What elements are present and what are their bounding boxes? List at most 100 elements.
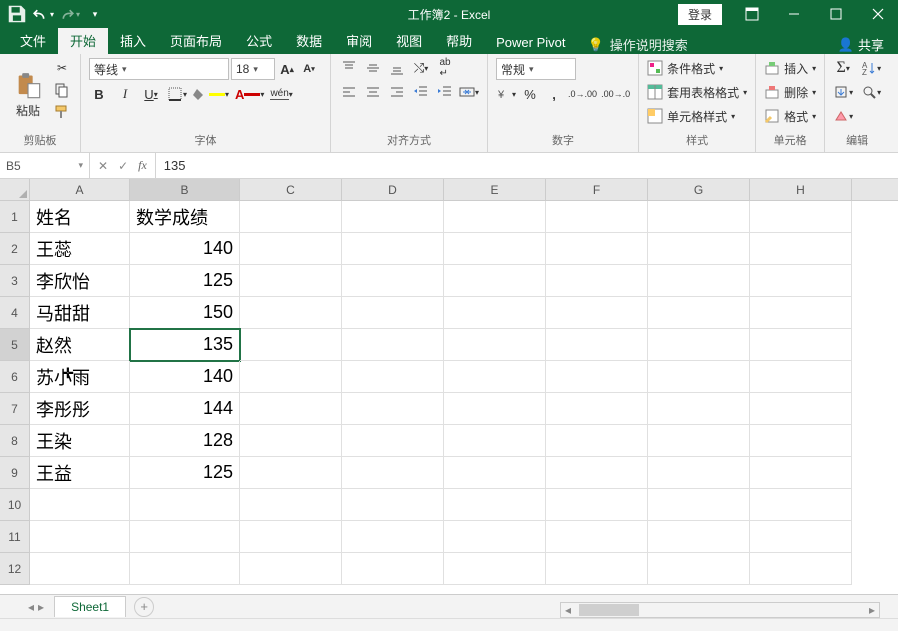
- cell[interactable]: [444, 489, 546, 521]
- tab-file[interactable]: 文件: [8, 27, 58, 54]
- decrease-decimal-icon[interactable]: .00→.0: [601, 84, 630, 104]
- cell[interactable]: [750, 553, 852, 585]
- cell[interactable]: [130, 553, 240, 585]
- tab-review[interactable]: 审阅: [334, 27, 384, 54]
- cell[interactable]: 王蕊: [30, 233, 130, 265]
- cell[interactable]: 数学成绩: [130, 201, 240, 233]
- cell[interactable]: 马甜甜: [30, 297, 130, 329]
- increase-indent-icon[interactable]: [435, 82, 455, 102]
- cell[interactable]: 144: [130, 393, 240, 425]
- fill-color-icon[interactable]: ▾: [193, 84, 229, 104]
- cell[interactable]: [342, 361, 444, 393]
- cell[interactable]: [648, 489, 750, 521]
- cell[interactable]: 王益: [30, 457, 130, 489]
- cell[interactable]: [750, 393, 852, 425]
- cell[interactable]: [546, 457, 648, 489]
- cancel-formula-icon[interactable]: ✕: [98, 159, 108, 173]
- row-header[interactable]: 8: [0, 425, 30, 457]
- tab-data[interactable]: 数据: [284, 27, 334, 54]
- sheet-nav[interactable]: ◂▸: [20, 600, 52, 614]
- redo-icon[interactable]: ▾: [58, 3, 80, 25]
- phonetic-icon[interactable]: wén▾: [270, 84, 292, 104]
- cell[interactable]: [240, 425, 342, 457]
- cell[interactable]: [240, 233, 342, 265]
- cell[interactable]: 135: [130, 329, 240, 361]
- number-format-combo[interactable]: 常规▾: [496, 58, 576, 80]
- copy-icon[interactable]: [52, 80, 72, 100]
- tab-home[interactable]: 开始: [58, 27, 108, 54]
- cell[interactable]: [240, 393, 342, 425]
- cell[interactable]: 150: [130, 297, 240, 329]
- login-button[interactable]: 登录: [678, 4, 722, 25]
- cell[interactable]: [648, 265, 750, 297]
- format-painter-icon[interactable]: [52, 102, 72, 122]
- cell[interactable]: [750, 361, 852, 393]
- cell[interactable]: [648, 361, 750, 393]
- italic-icon[interactable]: I: [115, 84, 135, 104]
- cell[interactable]: [444, 265, 546, 297]
- qat-customize-icon[interactable]: ▾: [84, 3, 106, 25]
- font-color-icon[interactable]: A▾: [235, 84, 264, 104]
- fx-icon[interactable]: fx: [138, 158, 147, 173]
- tab-help[interactable]: 帮助: [434, 27, 484, 54]
- cell[interactable]: [750, 265, 852, 297]
- cell[interactable]: [444, 521, 546, 553]
- cell[interactable]: [648, 521, 750, 553]
- align-right-icon[interactable]: [387, 82, 407, 102]
- sheet-tab[interactable]: Sheet1: [54, 596, 126, 617]
- cell[interactable]: 姓名: [30, 201, 130, 233]
- cell[interactable]: [648, 553, 750, 585]
- cell[interactable]: [240, 489, 342, 521]
- accounting-icon[interactable]: ¥▾: [496, 84, 516, 104]
- cell-styles-button[interactable]: 单元格样式▾: [647, 106, 747, 126]
- align-left-icon[interactable]: [339, 82, 359, 102]
- cell[interactable]: [444, 425, 546, 457]
- close-icon[interactable]: [858, 0, 898, 28]
- format-as-table-button[interactable]: 套用表格格式▾: [647, 82, 747, 102]
- cell[interactable]: [444, 233, 546, 265]
- cell[interactable]: [342, 297, 444, 329]
- cell[interactable]: [30, 553, 130, 585]
- cell[interactable]: [240, 457, 342, 489]
- horizontal-scrollbar[interactable]: ◂▸: [560, 602, 880, 618]
- row-header[interactable]: 7: [0, 393, 30, 425]
- align-middle-icon[interactable]: [363, 58, 383, 78]
- decrease-indent-icon[interactable]: [411, 82, 431, 102]
- underline-icon[interactable]: U▾: [141, 84, 161, 104]
- share-button[interactable]: 👤共享: [824, 35, 898, 54]
- cell[interactable]: 125: [130, 457, 240, 489]
- percent-icon[interactable]: %: [520, 84, 540, 104]
- cell[interactable]: [648, 233, 750, 265]
- tell-me-search[interactable]: 💡操作说明搜索: [578, 35, 698, 54]
- cell[interactable]: [240, 521, 342, 553]
- cell[interactable]: [750, 425, 852, 457]
- cell[interactable]: [750, 457, 852, 489]
- cell[interactable]: [750, 521, 852, 553]
- cell[interactable]: [444, 457, 546, 489]
- cell[interactable]: [648, 457, 750, 489]
- cell[interactable]: [546, 297, 648, 329]
- row-header[interactable]: 11: [0, 521, 30, 553]
- cell[interactable]: [546, 393, 648, 425]
- cell[interactable]: [546, 265, 648, 297]
- cell[interactable]: [342, 201, 444, 233]
- tab-insert[interactable]: 插入: [108, 27, 158, 54]
- cell[interactable]: [342, 521, 444, 553]
- row-header[interactable]: 4: [0, 297, 30, 329]
- cell[interactable]: [444, 329, 546, 361]
- cell[interactable]: [240, 201, 342, 233]
- column-header-A[interactable]: A: [30, 179, 130, 200]
- cell[interactable]: [546, 233, 648, 265]
- cell[interactable]: [546, 489, 648, 521]
- wrap-text-icon[interactable]: ab↵: [435, 58, 455, 78]
- grow-font-icon[interactable]: A▴: [277, 59, 297, 79]
- cell[interactable]: 128: [130, 425, 240, 457]
- tab-layout[interactable]: 页面布局: [158, 27, 234, 54]
- comma-icon[interactable]: ,: [544, 84, 564, 104]
- row-header[interactable]: 2: [0, 233, 30, 265]
- font-size-combo[interactable]: 18▾: [231, 58, 275, 80]
- column-header-D[interactable]: D: [342, 179, 444, 200]
- cell[interactable]: [546, 329, 648, 361]
- cell[interactable]: [342, 265, 444, 297]
- add-sheet-button[interactable]: +: [134, 597, 154, 617]
